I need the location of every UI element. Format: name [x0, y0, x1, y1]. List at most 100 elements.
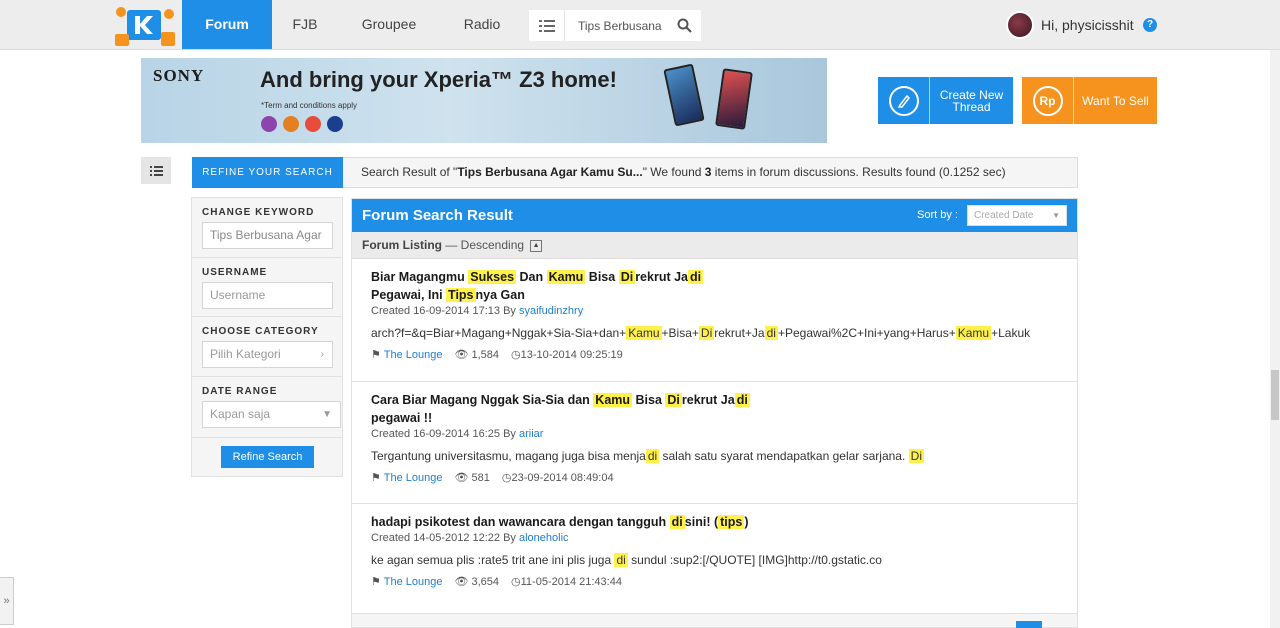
thread-stats: ⚑ The Lounge 👁 3,654 ◷11-05-2014 21:43:44 [371, 575, 622, 588]
want-to-sell-button[interactable]: Rp Want To Sell [1022, 77, 1157, 124]
list-menu-button[interactable] [529, 10, 565, 41]
partner-logo-icon [305, 116, 321, 132]
snippet-text: +Pegawai%2C+Ini+yang+Harus+ [777, 326, 956, 340]
avatar[interactable] [1006, 11, 1034, 39]
thread-title-link[interactable]: hadapi psikotest dan wawancara dengan ta… [371, 513, 821, 531]
chevron-down-icon: ▼ [1052, 211, 1060, 220]
eye-icon: 👁 [454, 576, 469, 588]
date-label: DATE RANGE [202, 386, 278, 397]
forum-link[interactable]: The Lounge [384, 472, 443, 484]
keyword-highlight: di [645, 449, 660, 463]
thread-snippet: Tergantung universitasmu, magang juga bi… [371, 449, 924, 463]
partner-logo-icon [261, 116, 277, 132]
summary-prefix: Search Result of " [361, 165, 458, 179]
create-new-thread-button[interactable]: Create New Thread [878, 77, 1013, 124]
nav-groupee[interactable]: Groupee [338, 0, 440, 49]
last-post-date: 13-10-2014 09:25:19 [520, 349, 623, 361]
scrollbar-thumb[interactable] [1271, 370, 1279, 420]
summary-query: Tips Berbusana Agar Kamu Su... [457, 165, 643, 179]
view-count: 581 [471, 472, 490, 484]
title-text: Bisa [632, 393, 666, 407]
list-icon [149, 165, 163, 176]
sony-ad-banner[interactable]: SONY And bring your Xperia™ Z3 home! *Te… [141, 58, 827, 143]
expand-panel-tab[interactable]: » [0, 577, 14, 625]
date-value: Kapan saja [210, 407, 271, 421]
category-select[interactable]: Pilih Kategori › [202, 341, 333, 368]
last-post-date: 23-09-2014 08:49:04 [511, 472, 614, 484]
keyword-highlight: tips [718, 515, 745, 529]
author-link[interactable]: ariiar [519, 428, 543, 440]
view-count: 3,654 [471, 576, 500, 588]
author-link[interactable]: aloneholic [519, 532, 569, 544]
pagination-partial[interactable] [1016, 621, 1042, 628]
title-text: hadapi psikotest dan wawancara dengan ta… [371, 515, 670, 529]
keyword-highlight: Di [618, 270, 636, 284]
refine-search-button[interactable]: Refine Search [221, 446, 314, 468]
banner-headline: And bring your Xperia™ Z3 home! [260, 67, 617, 92]
keyword-highlight: Kamu [546, 270, 586, 284]
thread-meta: Created 16-09-2014 16:25 By ariiar [371, 428, 543, 440]
title-text: Cara Biar Magang Nggak Sia-Sia dan [371, 393, 594, 407]
nav-fjb[interactable]: FJB [272, 0, 338, 49]
created-date: Created 14-05-2012 12:22 By [371, 532, 519, 544]
phone-image [715, 68, 753, 130]
keyword-input[interactable]: Tips Berbusana Agar [202, 222, 333, 249]
date-range-select[interactable]: Kapan saja ▼ [202, 401, 341, 428]
title-text: nya Gan [475, 288, 525, 302]
snippet-text: ke agan semua plis :rate5 trit ane ini p… [371, 553, 615, 567]
thread-meta: Created 16-09-2014 17:13 By syaifudinzhr… [371, 305, 583, 317]
eye-icon: 👁 [454, 349, 469, 361]
collapse-toggle-icon[interactable]: ▲ [530, 239, 543, 252]
chevron-down-icon: ▼ [322, 409, 332, 420]
snippet-text: +Bisa+ [661, 326, 699, 340]
keyword-highlight: Kamu [955, 326, 992, 340]
top-navbar: Forum FJB Groupee Radio Hi, physicisshit… [0, 0, 1280, 50]
snippet-text: +Lakuk [991, 326, 1031, 340]
refine-search-tab[interactable]: REFINE YOUR SEARCH [192, 157, 343, 188]
kaskus-logo[interactable] [113, 4, 177, 48]
page-scrollbar[interactable] [1270, 50, 1280, 628]
user-greeting[interactable]: Hi, physicisshit [1041, 0, 1134, 50]
keyword-highlight: Kamu [626, 326, 662, 340]
tag-icon: ⚑ [371, 472, 381, 484]
list-item: Cara Biar Magang Nggak Sia-Sia dan Kamu … [352, 382, 1077, 504]
keyword-label: CHANGE KEYWORD [202, 207, 315, 218]
sort-select[interactable]: Created Date ▼ [967, 205, 1067, 226]
eye-icon: 👁 [454, 472, 469, 484]
chevron-right-icon: › [320, 349, 324, 360]
keyword-highlight: Kamu [593, 393, 633, 407]
created-date: Created 16-09-2014 17:13 By [371, 305, 519, 317]
author-link[interactable]: syaifudinzhry [519, 305, 583, 317]
clock-icon: ◷ [511, 576, 521, 588]
banner-terms: *Term and conditions apply [261, 101, 358, 110]
rupiah-icon: Rp [1032, 85, 1063, 116]
forum-link[interactable]: The Lounge [384, 576, 443, 588]
refine-sidebar: CHANGE KEYWORD Tips Berbusana Agar USERN… [191, 197, 343, 477]
view-count: 1,584 [471, 349, 500, 361]
search-input[interactable] [565, 10, 669, 41]
help-icon[interactable]: ? [1143, 18, 1157, 32]
thread-title-link[interactable]: Biar Magangmu Sukses Dan Kamu Bisa Di rek… [371, 268, 821, 304]
banner-brand: SONY [153, 66, 205, 85]
sidebar-toggle-button[interactable] [141, 157, 171, 184]
keyword-highlight: Di [698, 326, 715, 340]
keyword-highlight: di [688, 270, 704, 284]
tag-icon: ⚑ [371, 349, 381, 361]
forum-search-results: Forum Search Result Sort by : Created Da… [351, 198, 1078, 628]
username-input[interactable]: Username [202, 282, 333, 309]
results-header: Forum Search Result Sort by : Created Da… [352, 199, 1077, 232]
results-title: Forum Search Result [362, 207, 513, 224]
thread-title-link[interactable]: Cara Biar Magang Nggak Sia-Sia dan Kamu … [371, 391, 821, 427]
clock-icon: ◷ [501, 472, 512, 484]
nav-radio[interactable]: Radio [440, 0, 524, 49]
snippet-text: arch?f=&q=Biar+Magang+Nggak+Sia-Sia+dan+ [371, 326, 627, 340]
thread-snippet: arch?f=&q=Biar+Magang+Nggak+Sia-Sia+dan+… [371, 326, 1030, 340]
search-icon[interactable] [677, 18, 692, 33]
keyword-highlight: di [764, 326, 778, 340]
forum-link[interactable]: The Lounge [384, 349, 443, 361]
title-text: Biar Magangmu [371, 270, 469, 284]
keyword-highlight: di [734, 393, 750, 407]
search-box [565, 10, 701, 41]
nav-forum[interactable]: Forum [182, 0, 272, 49]
title-text: ) [744, 515, 749, 529]
